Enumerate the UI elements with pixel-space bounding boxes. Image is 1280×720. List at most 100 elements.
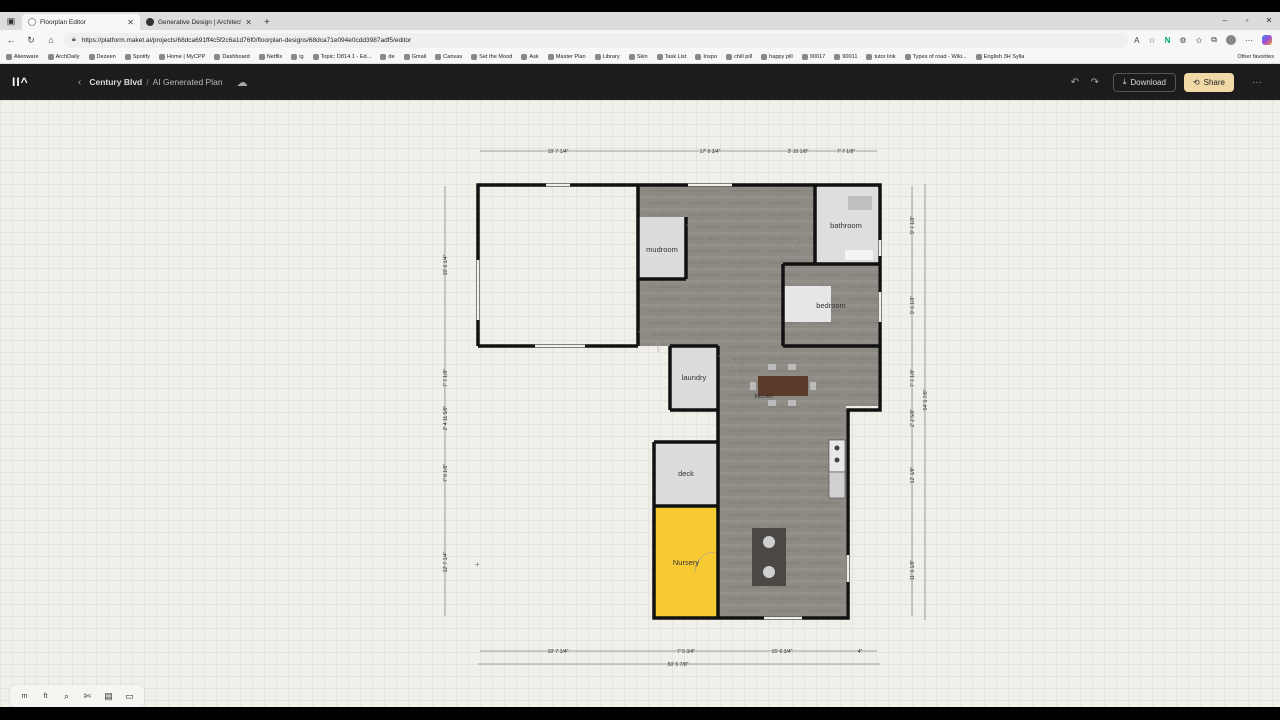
- bookmark-label: Types of road - Wiki...: [912, 53, 967, 60]
- deck-label: deck: [678, 469, 694, 478]
- other-favorites[interactable]: Other favorites: [1231, 50, 1274, 63]
- url-text: https://platform.maket.ai/projects/68dca…: [81, 36, 412, 44]
- bookmark-item[interactable]: Home | MyCPP: [158, 53, 205, 60]
- favorites-icon[interactable]: ✩: [1196, 36, 1203, 45]
- minimize-icon[interactable]: –: [1214, 16, 1236, 25]
- bookmark-favicon-icon: [521, 53, 528, 60]
- share-label: Share: [1203, 77, 1225, 87]
- bookmark-item[interactable]: Dashboard: [214, 53, 250, 60]
- dim-top-1: 19' 7 1/4": [548, 149, 569, 155]
- bookmark-favicon-icon: [904, 53, 911, 60]
- tab-generative-design[interactable]: Generative Design | Architecture ✕: [140, 14, 258, 30]
- bookmark-item[interactable]: Canvas: [435, 53, 462, 60]
- tab-strip: ▣ Floorplan Editor ✕ Generative Design |…: [0, 12, 1280, 30]
- copilot-icon[interactable]: [1262, 35, 1272, 45]
- bookmark-item[interactable]: 90011: [834, 53, 858, 60]
- bookmark-favicon-icon: [866, 53, 873, 60]
- search-icon[interactable]: ⌕: [58, 688, 75, 704]
- close-tab-icon[interactable]: ✕: [245, 18, 252, 27]
- unit-meters-button[interactable]: m: [16, 688, 33, 704]
- browser-menu-icon[interactable]: ⋯: [1245, 36, 1253, 45]
- redo-icon[interactable]: ↷: [1089, 77, 1101, 88]
- bookmark-label: 90011: [842, 53, 858, 60]
- dim-bottom-1: 19' 7 1/4": [548, 649, 569, 655]
- header-actions: ↶ ↷ ⤓ Download ⟲ Share ···: [1069, 64, 1262, 100]
- bookmark-item[interactable]: Netflix: [258, 53, 283, 60]
- bookmark-label: Topic: D814.1 - Ed...: [320, 53, 372, 60]
- breadcrumb-project[interactable]: Century Blvd: [89, 77, 142, 87]
- bookmark-item[interactable]: Types of road - Wiki...: [904, 53, 967, 60]
- floorplan-svg[interactable]: mudroom bathroom bedroom laundry kitchen…: [0, 100, 1280, 707]
- dim-left-2: 7' 7 1/8": [443, 369, 449, 387]
- comment-icon[interactable]: ▤: [100, 688, 117, 704]
- furniture-icon[interactable]: ▭: [121, 688, 138, 704]
- bookmark-item[interactable]: de: [380, 53, 395, 60]
- bathtub-furniture[interactable]: [845, 250, 873, 260]
- bookmark-label: Netflix: [266, 53, 283, 60]
- chevron-left-icon[interactable]: ‹: [78, 77, 81, 88]
- collections-icon[interactable]: ⧉: [1211, 35, 1217, 45]
- bookmark-item[interactable]: Set the Mood: [471, 53, 512, 60]
- url-field[interactable]: 🔒︎ https://platform.maket.ai/projects/68…: [64, 32, 1129, 48]
- bookmark-item[interactable]: Inspo: [695, 53, 717, 60]
- bookmark-item[interactable]: ArchDaily: [47, 53, 80, 60]
- share-button[interactable]: ⟲ Share: [1183, 72, 1234, 92]
- bookmark-favicon-icon: [6, 53, 12, 60]
- bookmark-favicon-icon: [656, 53, 663, 60]
- bookmark-item[interactable]: Library: [594, 53, 620, 60]
- bookmark-item[interactable]: English 3H Sylla: [975, 53, 1024, 60]
- favorite-star-icon[interactable]: ☆: [1148, 36, 1155, 45]
- breadcrumb-plan: AI Generated Plan: [152, 77, 223, 87]
- restore-icon[interactable]: ▫: [1236, 16, 1258, 25]
- read-aloud-icon[interactable]: A: [1134, 36, 1139, 45]
- dim-left-5: 12' 7 1/4": [443, 551, 449, 572]
- bookmark-label: Task List: [664, 53, 687, 60]
- bookmark-item[interactable]: Master Plan: [547, 53, 586, 60]
- download-button[interactable]: ⤓ Download: [1112, 72, 1176, 92]
- maket-favicon-icon: [28, 18, 36, 26]
- unit-feet-button[interactable]: ft: [37, 688, 54, 704]
- bookmark-favicon-icon: [435, 53, 442, 60]
- bookmark-item[interactable]: 90017: [801, 53, 826, 60]
- tab-actions-icon[interactable]: ▣: [0, 12, 22, 30]
- bookmark-item[interactable]: Dezeen: [88, 53, 116, 60]
- bookmark-item[interactable]: Spotify: [124, 53, 150, 60]
- bookmark-label: 90017: [809, 53, 826, 60]
- bookmark-item[interactable]: Alienware: [6, 53, 39, 60]
- floorplan-canvas[interactable]: mudroom bathroom bedroom laundry kitchen…: [0, 100, 1280, 707]
- bookmark-item[interactable]: Topic: D814.1 - Ed...: [312, 53, 372, 60]
- tab-floorplan-editor[interactable]: Floorplan Editor ✕: [22, 14, 140, 30]
- address-tools: A ☆ N ⚙ ✩ ⧉ ⋯: [1134, 35, 1276, 45]
- back-icon[interactable]: ←: [4, 35, 18, 45]
- extensions-icon[interactable]: ⚙: [1179, 36, 1186, 45]
- toilet-furniture[interactable]: [848, 196, 872, 210]
- bookmark-item[interactable]: happy pill: [761, 53, 793, 60]
- bookmark-item[interactable]: chill pill: [726, 53, 752, 60]
- home-icon[interactable]: ⌂: [44, 35, 58, 45]
- bookmark-item[interactable]: tutor link: [866, 53, 896, 60]
- maket-logo[interactable]: II^: [12, 75, 42, 89]
- undo-icon[interactable]: ↶: [1069, 77, 1081, 88]
- close-window-icon[interactable]: ✕: [1258, 16, 1280, 25]
- bookmark-favicon-icon: [726, 53, 733, 60]
- sofa[interactable]: [752, 528, 786, 586]
- bookmark-item[interactable]: Gmail: [403, 53, 426, 60]
- profile-avatar[interactable]: [1226, 35, 1236, 45]
- kitchen-appliances[interactable]: [828, 439, 846, 499]
- download-label: Download: [1130, 77, 1166, 87]
- bookmark-item[interactable]: Ask: [521, 53, 539, 60]
- bookmark-label: Alienware: [14, 53, 39, 60]
- bookmark-favicon-icon: [291, 53, 298, 60]
- refresh-icon[interactable]: ↻: [24, 35, 38, 46]
- tools-icon[interactable]: ✄: [79, 688, 96, 704]
- bookmark-item[interactable]: Skin: [628, 53, 648, 60]
- close-tab-icon[interactable]: ✕: [127, 18, 134, 27]
- new-tab-button[interactable]: +: [258, 14, 276, 30]
- dim-right-5: 12' 1/8": [910, 466, 916, 483]
- bookmark-item[interactable]: Task List: [656, 53, 687, 60]
- extension-n-icon[interactable]: N: [1165, 36, 1171, 45]
- more-options-icon[interactable]: ···: [1252, 77, 1262, 88]
- bookmark-label: happy pill: [769, 53, 793, 60]
- dim-bottom-total: 50' 5 7/8": [668, 662, 689, 668]
- bookmark-item[interactable]: ig: [291, 53, 304, 60]
